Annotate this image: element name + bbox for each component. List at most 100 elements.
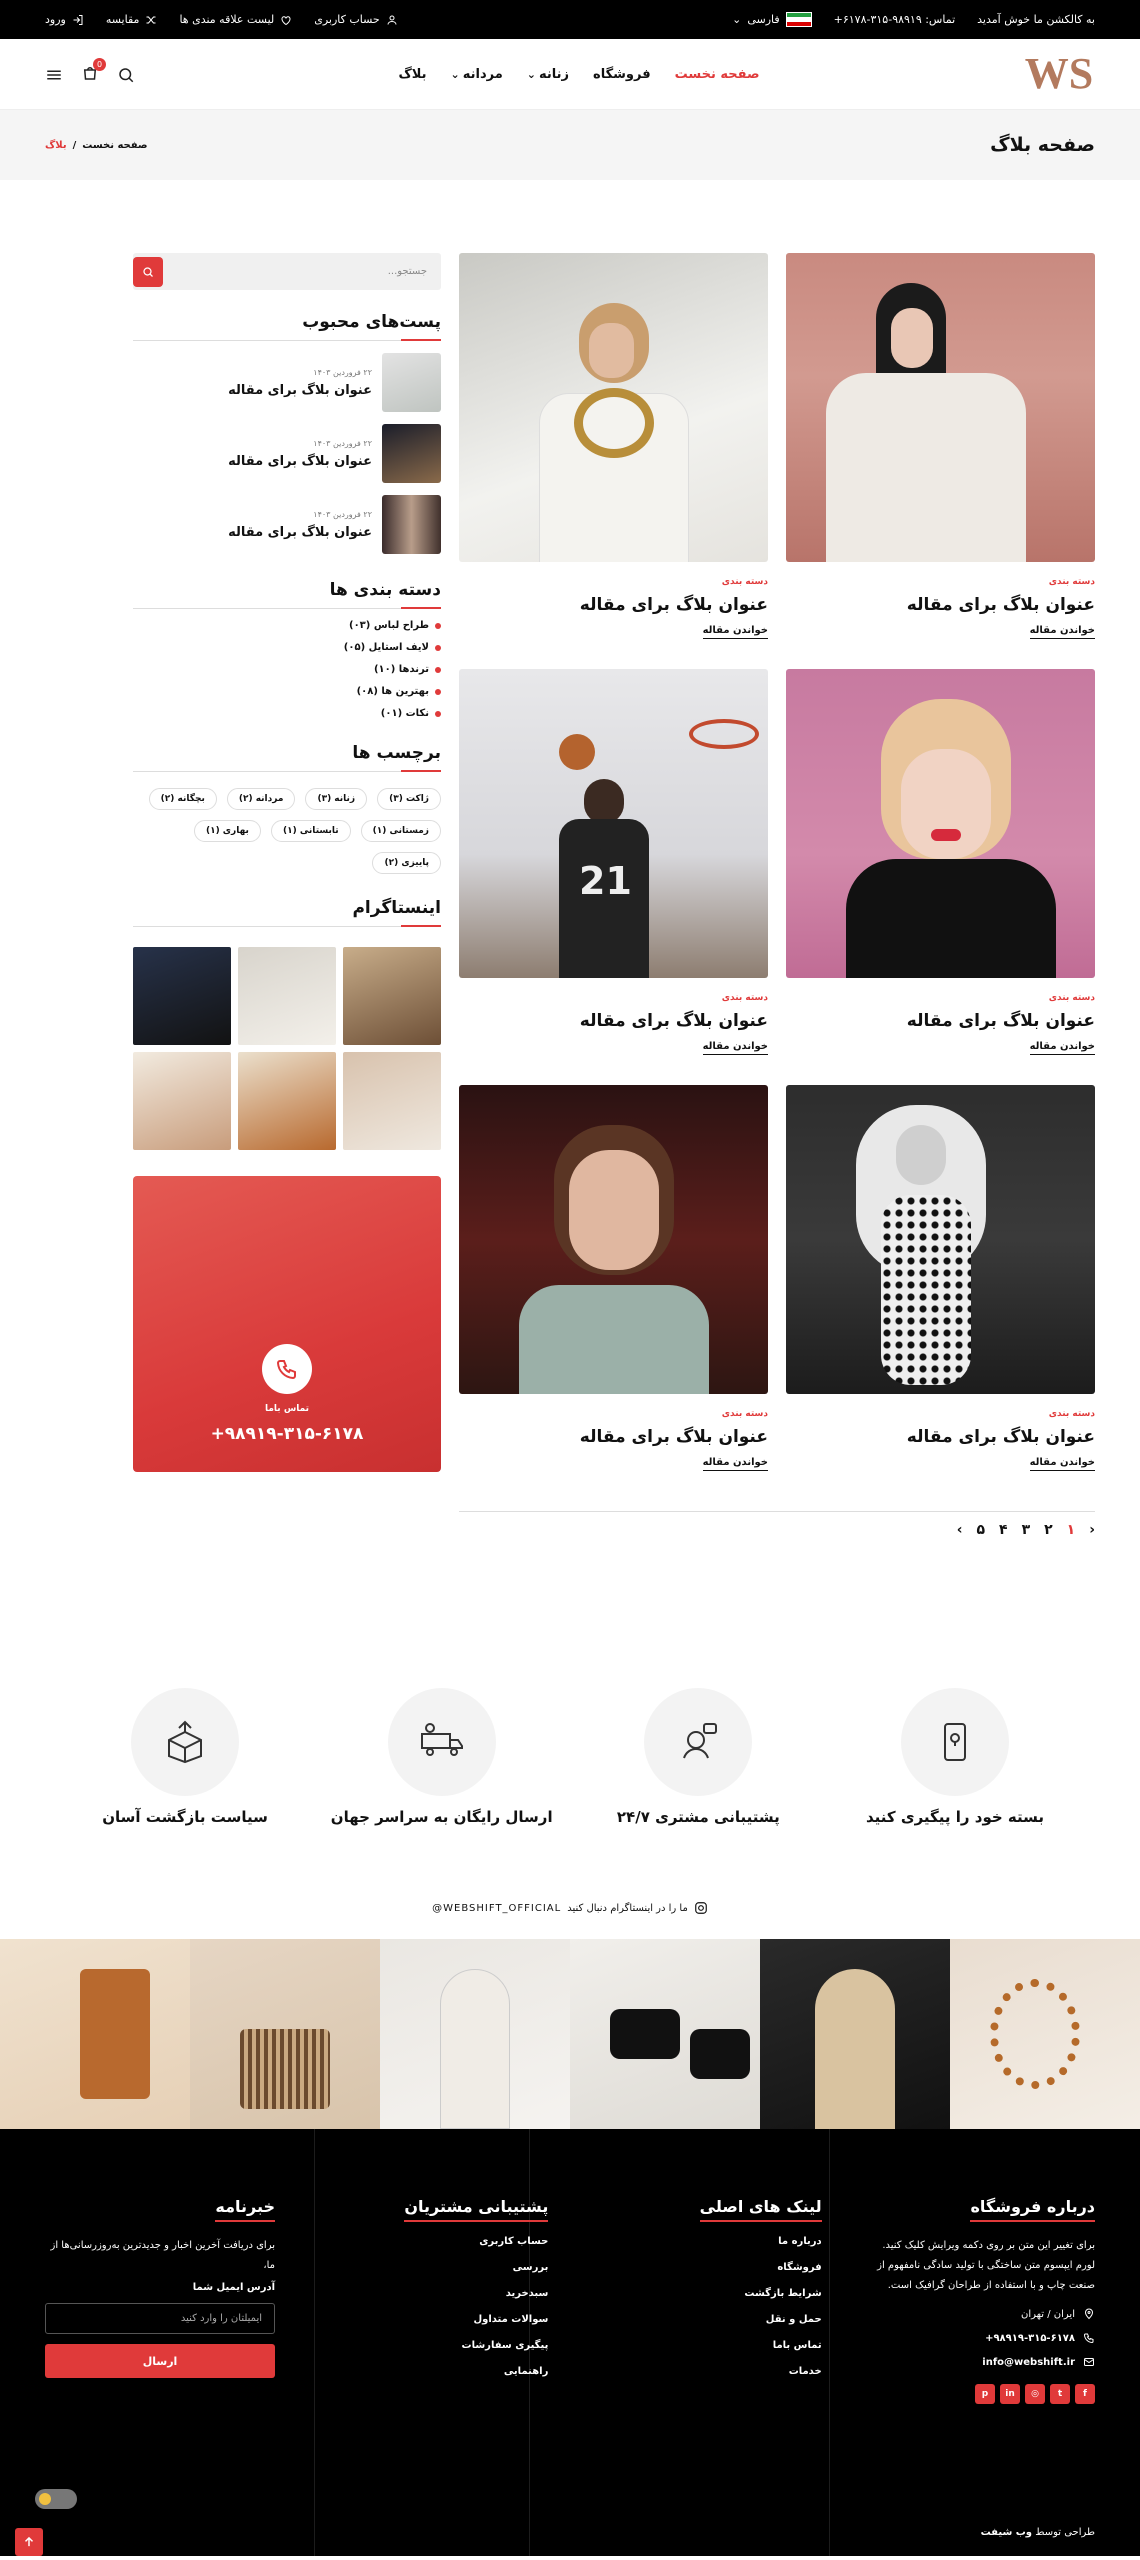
account-link[interactable]: حساب کاربری xyxy=(314,13,397,26)
call-us-banner[interactable]: تماس باما +۹۸۹۱۹-۳۱۵-۶۱۷۸ xyxy=(133,1176,441,1472)
search-input[interactable]: جستجو... xyxy=(388,266,441,277)
breadcrumb-home[interactable]: صفحه نخست xyxy=(82,140,147,151)
popular-post-thumb[interactable] xyxy=(382,424,441,483)
site-logo[interactable]: WS xyxy=(1023,48,1095,102)
instagram-photo[interactable] xyxy=(238,1052,336,1150)
compare-link[interactable]: مقایسه xyxy=(106,13,158,26)
post-image[interactable] xyxy=(786,669,1095,978)
prev-page-icon[interactable]: › xyxy=(957,1522,963,1538)
tag-chip[interactable]: بهاری (۱) xyxy=(193,820,261,842)
post-image[interactable]: 21 xyxy=(459,669,768,978)
search-button[interactable] xyxy=(133,256,163,287)
language-select[interactable]: فارسی ⌄ xyxy=(732,12,812,27)
post-title[interactable]: عنوان بلاگ برای مقاله xyxy=(786,1011,1095,1031)
popular-post-thumb[interactable] xyxy=(382,353,441,412)
wishlist-link[interactable]: لیست علاقه مندی ها xyxy=(179,13,292,26)
footer-link[interactable]: خدمات xyxy=(592,2366,822,2377)
nav-women[interactable]: زنانه xyxy=(527,67,569,82)
post-category[interactable]: دسته بندی xyxy=(786,993,1095,1003)
post-category[interactable]: دسته بندی xyxy=(786,577,1095,587)
strip-photo[interactable] xyxy=(570,1939,760,2129)
popular-post-title[interactable]: عنوان بلاگ برای مقاله xyxy=(228,525,372,540)
support-link[interactable]: پیگیری سفارشات xyxy=(318,2340,549,2351)
credit-brand[interactable]: وب شیفت xyxy=(981,2527,1032,2538)
post-image[interactable] xyxy=(786,253,1095,562)
post-category[interactable]: دسته بندی xyxy=(459,1409,768,1419)
footer-link[interactable]: درباره ما xyxy=(592,2236,822,2247)
blog-post-card[interactable]: دسته بندی عنوان بلاگ برای مقاله خواندن م… xyxy=(786,253,1095,669)
tag-chip[interactable]: پاییزی (۲) xyxy=(372,852,441,874)
read-more-link[interactable]: خواندن مقاله xyxy=(702,1041,768,1055)
read-more-link[interactable]: خواندن مقاله xyxy=(702,1457,768,1471)
page-4[interactable]: ۴ xyxy=(999,1522,1008,1538)
category-item[interactable]: نکات (۰۱) xyxy=(133,708,441,719)
blog-post-card[interactable]: دسته بندی عنوان بلاگ برای مقاله خواندن م… xyxy=(786,1085,1095,1501)
support-link[interactable]: سبدخرید xyxy=(318,2288,549,2299)
theme-toggle[interactable] xyxy=(35,2489,77,2509)
strip-photo[interactable] xyxy=(380,1939,570,2129)
page-1[interactable]: ۱ xyxy=(1067,1522,1076,1538)
tag-chip[interactable]: بچگانه (۲) xyxy=(148,788,217,810)
footer-link[interactable]: حمل و نقل xyxy=(592,2314,822,2325)
facebook-icon[interactable]: f xyxy=(1075,2384,1095,2404)
instagram-photo[interactable] xyxy=(133,1052,231,1150)
popular-post-thumb[interactable] xyxy=(382,495,441,554)
nav-men[interactable]: مردانه xyxy=(451,67,503,82)
post-image[interactable] xyxy=(459,1085,768,1394)
category-item[interactable]: لایف استایل (۰۵) xyxy=(133,642,441,653)
support-link[interactable]: راهنمایی xyxy=(318,2366,549,2377)
twitter-icon[interactable]: t xyxy=(1050,2384,1070,2404)
instagram-handle[interactable]: @WEBSHIFT_OFFICIAL xyxy=(432,1903,561,1914)
page-2[interactable]: ۲ xyxy=(1044,1522,1053,1538)
search-icon[interactable] xyxy=(117,66,135,84)
page-5[interactable]: ۵ xyxy=(976,1522,985,1538)
strip-photo[interactable] xyxy=(760,1939,950,2129)
post-title[interactable]: عنوان بلاگ برای مقاله xyxy=(786,595,1095,615)
next-page-icon[interactable]: ‹ xyxy=(1089,1522,1095,1538)
tag-chip[interactable]: مردانه (۲) xyxy=(226,788,296,810)
cart-button[interactable]: 0 xyxy=(81,57,107,86)
login-link[interactable]: ورود xyxy=(45,13,84,26)
strip-photo[interactable] xyxy=(950,1939,1140,2129)
read-more-link[interactable]: خواندن مقاله xyxy=(1029,1041,1095,1055)
popular-post[interactable]: ۲۲ فروردین ۱۴۰۳ عنوان بلاگ برای مقاله xyxy=(133,424,441,483)
strip-photo[interactable] xyxy=(0,1939,190,2129)
nav-home[interactable]: صفحه نخست xyxy=(675,67,760,82)
footer-link[interactable]: شرایط بازگشت xyxy=(592,2288,821,2299)
post-image[interactable] xyxy=(786,1085,1095,1394)
blog-post-card[interactable]: دسته بندی عنوان بلاگ برای مقاله خواندن م… xyxy=(786,669,1095,1085)
blog-post-card[interactable]: دسته بندی عنوان بلاگ برای مقاله خواندن م… xyxy=(459,253,768,669)
tag-chip[interactable]: تابستانی (۱) xyxy=(270,820,351,842)
post-category[interactable]: دسته بندی xyxy=(786,1409,1095,1419)
popular-post-title[interactable]: عنوان بلاگ برای مقاله xyxy=(228,454,372,469)
category-item[interactable]: ترندها (۱۰) xyxy=(133,664,441,675)
instagram-photo[interactable] xyxy=(343,1052,441,1150)
read-more-link[interactable]: خواندن مقاله xyxy=(702,625,768,639)
nav-shop[interactable]: فروشگاه xyxy=(593,67,651,82)
footer-link[interactable]: فروشگاه xyxy=(592,2262,821,2273)
category-item[interactable]: بهترین ها (۰۸) xyxy=(133,686,441,697)
read-more-link[interactable]: خواندن مقاله xyxy=(1029,625,1095,639)
page-3[interactable]: ۳ xyxy=(1022,1522,1031,1538)
sidebar-search[interactable]: جستجو... xyxy=(133,253,441,290)
tag-chip[interactable]: ژاکت (۳) xyxy=(377,788,441,810)
support-link[interactable]: بررسی xyxy=(318,2262,549,2273)
post-title[interactable]: عنوان بلاگ برای مقاله xyxy=(786,1427,1095,1447)
blog-post-card[interactable]: دسته بندی عنوان بلاگ برای مقاله خواندن م… xyxy=(459,1085,768,1501)
support-link[interactable]: حساب کاربری xyxy=(318,2236,548,2247)
blog-post-card[interactable]: 21 دسته بندی عنوان بلاگ برای مقاله خواند… xyxy=(459,669,768,1085)
instagram-icon[interactable]: ◎ xyxy=(1025,2384,1045,2404)
popular-post[interactable]: ۲۲ فروردین ۱۴۰۳ عنوان بلاگ برای مقاله xyxy=(133,353,441,412)
pinterest-icon[interactable]: p xyxy=(975,2384,995,2404)
nav-blog[interactable]: بلاگ xyxy=(398,67,426,82)
popular-post-title[interactable]: عنوان بلاگ برای مقاله xyxy=(228,383,372,398)
post-category[interactable]: دسته بندی xyxy=(459,993,768,1003)
newsletter-email-input[interactable]: ایمیلتان را وارد کنید xyxy=(45,2303,276,2334)
post-title[interactable]: عنوان بلاگ برای مقاله xyxy=(459,1427,768,1447)
strip-photo[interactable] xyxy=(190,1939,380,2129)
post-title[interactable]: عنوان بلاگ برای مقاله xyxy=(459,1011,768,1031)
footer-link[interactable]: تماس باما xyxy=(592,2340,822,2351)
category-item[interactable]: طراح لباس (۰۳) xyxy=(133,620,441,631)
menu-icon[interactable] xyxy=(45,66,63,84)
tag-chip[interactable]: زنانه (۳) xyxy=(305,788,368,810)
